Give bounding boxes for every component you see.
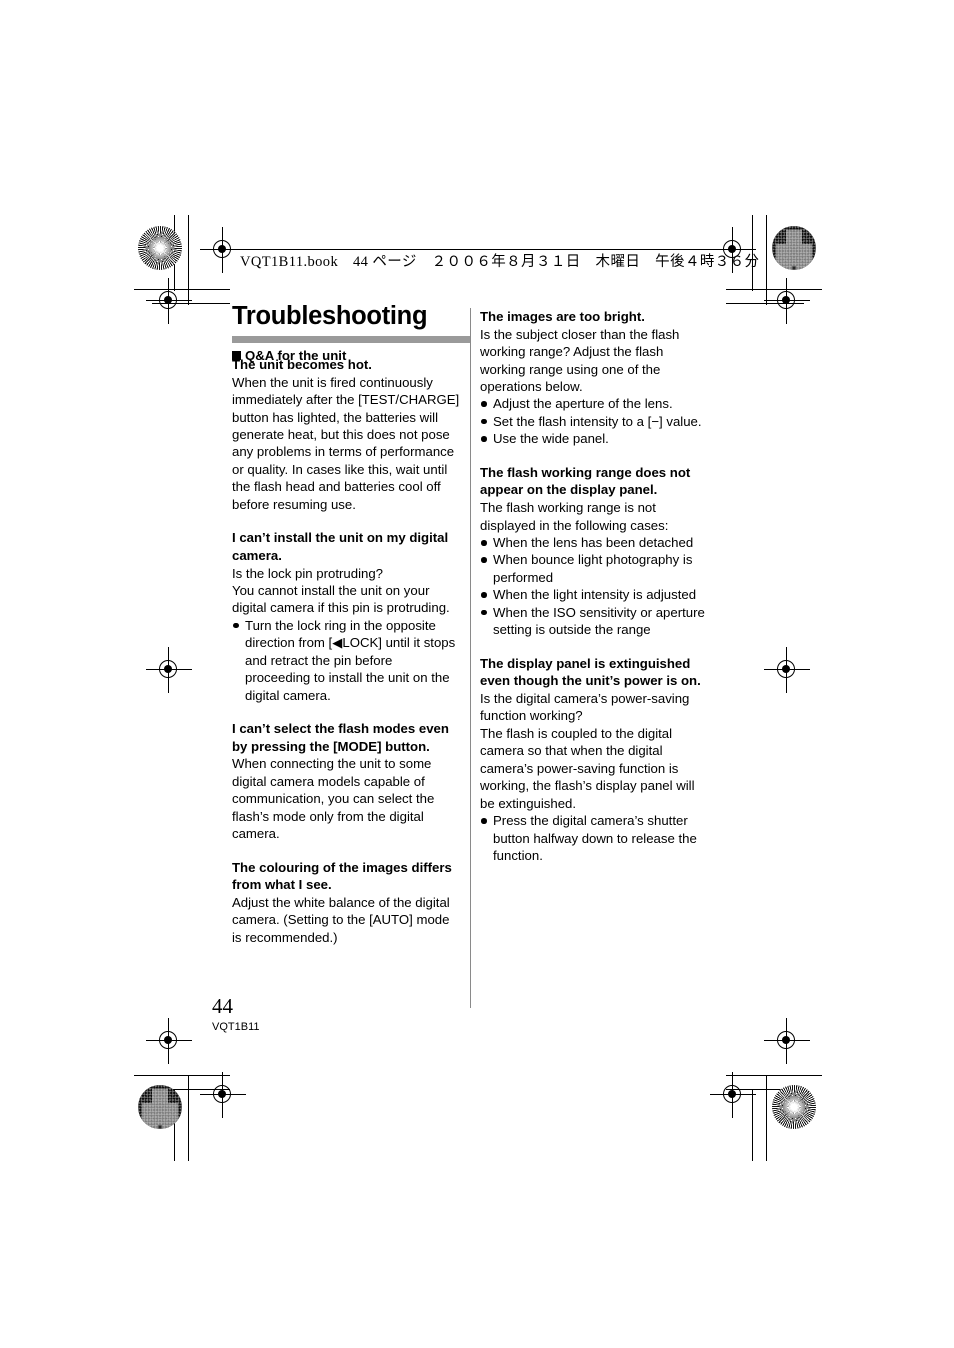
qa-answer-paragraph: Is the subject closer than the flash wor… xyxy=(480,326,680,394)
qa-bullet-list: Turn the lock ring in the opposite direc… xyxy=(232,617,460,704)
qa-answer-paragraph: When connecting the unit to some digital… xyxy=(232,756,435,842)
left-column: The unit becomes hot. When the unit is f… xyxy=(232,356,460,946)
qa-bullet-list: Adjust the aperture of the lens. Set the… xyxy=(480,395,708,447)
qa-answer-paragraph: Is the lock pin protruding? xyxy=(232,565,384,581)
qa-question-heading: The unit becomes hot. xyxy=(232,357,372,372)
qa-answer-paragraph: The flash is coupled to the digital came… xyxy=(480,725,695,811)
screen-angle-mark-bottom-left xyxy=(138,1085,182,1129)
qa-answer-paragraph: You cannot install the unit on your digi… xyxy=(232,583,450,616)
qa-question-heading: The flash working range does not appear … xyxy=(480,464,691,498)
qa-bullet-list: Press the digital camera’s shutter butto… xyxy=(480,812,708,864)
right-column: The images are too bright. Is the subjec… xyxy=(480,308,708,865)
registration-mark-lower-left-inner xyxy=(146,1018,192,1064)
crop-line-right-bottom-outer xyxy=(766,1075,768,1161)
screen-angle-mark-top-right xyxy=(772,226,816,270)
list-item: When bounce light photography is perform… xyxy=(480,551,708,586)
list-item: Use the wide panel. xyxy=(480,430,708,447)
registration-mark-middle-left xyxy=(146,647,192,693)
qa-answer-paragraph: When the unit is fired continuously imme… xyxy=(232,374,460,512)
registration-mark-bottom-left xyxy=(200,1072,246,1118)
qa-answer-paragraph: Adjust the white balance of the digital … xyxy=(232,895,450,945)
crop-line-right-bottom-inner xyxy=(752,1089,754,1161)
crop-line-right-top-outer xyxy=(766,215,768,305)
registration-mark-middle-right xyxy=(764,647,810,693)
qa-question-heading: The images are too bright. xyxy=(480,309,645,324)
screen-angle-mark-bottom-right xyxy=(772,1085,816,1129)
qa-block: The unit becomes hot. When the unit is f… xyxy=(232,356,460,513)
qa-block: The colouring of the images differs from… xyxy=(232,859,460,947)
column-divider xyxy=(470,308,472,1008)
list-item: Press the digital camera’s shutter butto… xyxy=(480,812,708,864)
crop-line-left-top-outer xyxy=(188,215,190,305)
list-item: Set the flash intensity to a [−] value. xyxy=(480,413,708,430)
body-columns: The unit becomes hot. When the unit is f… xyxy=(232,308,724,1008)
qa-question-heading: I can’t install the unit on my digital c… xyxy=(232,530,449,563)
list-item: Turn the lock ring in the opposite direc… xyxy=(232,617,460,704)
registration-mark-bottom-right xyxy=(710,1072,756,1118)
qa-answer-paragraph: The flash working range is not displayed… xyxy=(480,500,669,533)
registration-mark-upper-left-inner xyxy=(146,278,192,324)
qa-block: The flash working range does not appear … xyxy=(480,464,708,639)
registration-mark-upper-right-inner xyxy=(764,278,810,324)
printed-page: VQT1B11.book 44 ページ ２００６年８月３１日 木曜日 午後４時３… xyxy=(0,0,954,1348)
page-number: 44 xyxy=(212,994,233,1018)
list-item: When the lens has been detached xyxy=(480,534,708,551)
qa-block: The display panel is extinguished even t… xyxy=(480,655,708,865)
registration-mark-lower-right-inner xyxy=(764,1018,810,1064)
crop-line-left-bottom-outer xyxy=(188,1075,190,1161)
qa-block: I can’t select the flash modes even by p… xyxy=(232,720,460,843)
list-item: Adjust the aperture of the lens. xyxy=(480,395,708,412)
document-code: VQT1B11 xyxy=(212,1021,260,1033)
qa-answer-paragraph: Is the digital camera’s power-saving fun… xyxy=(480,691,690,724)
qa-question-heading: I can’t select the flash modes even by p… xyxy=(232,721,449,754)
screen-angle-mark-top-left xyxy=(138,226,182,270)
qa-bullet-list: When the lens has been detached When bou… xyxy=(480,534,708,639)
title-rule xyxy=(232,336,470,344)
crop-line-bottom-left-outer xyxy=(134,1075,230,1077)
crop-line-bottom-right-outer xyxy=(726,1075,822,1077)
list-item: When the light intensity is adjusted xyxy=(480,586,708,603)
header-slug: VQT1B11.book 44 ページ ２００６年８月３１日 木曜日 午後４時３… xyxy=(240,254,760,270)
qa-question-heading: The display panel is extinguished even t… xyxy=(480,655,701,689)
qa-question-heading: The colouring of the images differs from… xyxy=(232,859,452,893)
qa-block: I can’t install the unit on my digital c… xyxy=(232,529,460,704)
qa-block: The images are too bright. Is the subjec… xyxy=(480,308,708,448)
folio: 44 VQT1B11 xyxy=(212,996,260,1034)
list-item: When the ISO sensitivity or aperture set… xyxy=(480,604,708,639)
